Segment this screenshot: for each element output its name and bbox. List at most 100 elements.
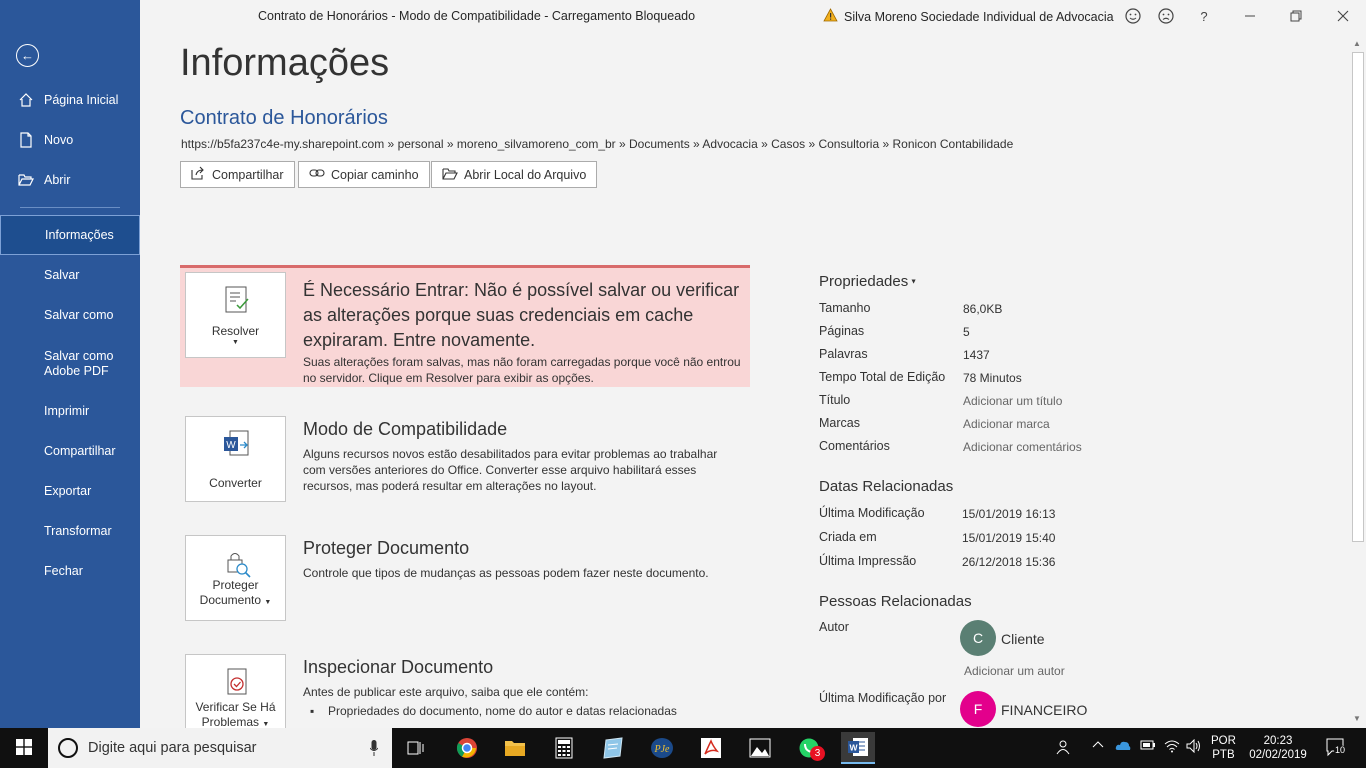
prop-label-title: Título [819, 393, 851, 407]
sidebar-item-label: Salvar como Adobe PDF [44, 349, 114, 378]
account-area[interactable]: Silva Moreno Sociedade Individual de Adv… [823, 8, 1114, 25]
sidebar-item-label: Imprimir [44, 404, 90, 418]
convert-label: Converter [209, 476, 262, 490]
date-value-modified: 15/01/2019 16:13 [962, 507, 1056, 521]
restore-icon[interactable] [1286, 6, 1306, 26]
sidebar-item-label: Novo [44, 133, 74, 147]
chevron-up-icon[interactable] [1092, 739, 1104, 754]
link-icon [309, 167, 325, 182]
people-icon[interactable] [1056, 739, 1072, 758]
add-tag-field[interactable]: Adicionar marca [963, 417, 1050, 431]
chevron-down-icon: ▼ [908, 278, 918, 286]
word-taskbar-icon[interactable]: W [841, 732, 875, 764]
prop-label-tags: Marcas [819, 416, 860, 430]
check-issues-button[interactable]: Verificar Se Há Problemas ▼ [185, 654, 286, 728]
backstage-sidebar: ← Página Inicial Novo Abrir Informações … [0, 0, 140, 728]
notification-count: 10 [1334, 745, 1347, 755]
add-author-field[interactable]: Adicionar um autor [964, 664, 1065, 678]
input-language[interactable]: POR PTB [1211, 734, 1236, 762]
sidebar-item-label: Transformar [44, 524, 112, 538]
sidebar-item-home[interactable]: Página Inicial [0, 80, 140, 120]
open-file-location-button[interactable]: Abrir Local do Arquivo [431, 161, 598, 188]
add-title-field[interactable]: Adicionar um título [963, 394, 1062, 408]
scroll-up-icon[interactable]: ▲ [1353, 39, 1361, 48]
sidebar-item-new[interactable]: Novo [0, 120, 140, 160]
prop-value-pages: 5 [963, 325, 970, 339]
inspect-text: Antes de publicar este arquivo, saiba qu… [303, 685, 589, 699]
sidebar-item-label: Informações [45, 228, 114, 242]
related-people-heading: Pessoas Relacionadas [819, 593, 972, 610]
close-icon[interactable] [1333, 6, 1353, 26]
date-value-created: 15/01/2019 15:40 [962, 531, 1056, 545]
search-placeholder: Digite aqui para pesquisar [88, 740, 257, 756]
properties-heading[interactable]: Propriedades ▼ [819, 273, 917, 290]
whatsapp-icon[interactable]: 3 [792, 732, 826, 764]
start-button[interactable] [0, 728, 48, 768]
help-icon[interactable]: ? [1194, 6, 1214, 26]
sidebar-item-print[interactable]: Imprimir [0, 391, 140, 431]
date-value-printed: 26/12/2018 15:36 [962, 555, 1056, 569]
scroll-down-icon[interactable]: ▼ [1353, 714, 1361, 723]
chrome-icon[interactable] [450, 732, 484, 764]
protect-document-button[interactable]: Proteger Documento ▼ [185, 535, 286, 621]
folder-icon [442, 167, 458, 183]
modified-by-name[interactable]: FINANCEIRO [1001, 702, 1087, 718]
sidebar-item-save-as[interactable]: Salvar como [0, 295, 140, 335]
author-avatar[interactable]: C [960, 620, 996, 656]
sidebar-item-share[interactable]: Compartilhar [0, 431, 140, 471]
share-button[interactable]: Compartilhar [180, 161, 295, 188]
sidebar-item-open[interactable]: Abrir [0, 160, 140, 200]
back-arrow-icon[interactable]: ← [16, 44, 39, 67]
smile-feedback-icon[interactable] [1123, 6, 1143, 26]
author-name[interactable]: Cliente [1001, 631, 1045, 647]
properties-heading-label: Propriedades [819, 273, 909, 290]
notes-app-icon[interactable] [596, 732, 630, 764]
resolve-button[interactable]: Resolver ▼ [185, 272, 286, 358]
windows-logo-icon [16, 738, 32, 758]
modified-by-avatar[interactable]: F [960, 691, 996, 727]
copy-path-button[interactable]: Copiar caminho [298, 161, 430, 188]
pje-app-icon[interactable]: PJe [645, 732, 679, 764]
microphone-icon[interactable] [369, 740, 379, 756]
sidebar-item-save-as-pdf[interactable]: Salvar como Adobe PDF [0, 340, 140, 388]
task-view-icon[interactable] [399, 732, 433, 764]
wifi-icon[interactable] [1164, 739, 1180, 756]
frown-feedback-icon[interactable] [1156, 6, 1176, 26]
inspect-bullet-text: Propriedades do documento, nome do autor… [328, 704, 677, 718]
check-issues-label-line2-wrap: Problemas ▼ [202, 715, 270, 728]
warning-heading: É Necessário Entrar: Não é possível salv… [303, 280, 740, 350]
notification-center-icon[interactable]: 10 [1326, 738, 1348, 761]
adobe-acrobat-icon[interactable] [694, 732, 728, 764]
chevron-down-icon: ▼ [262, 721, 270, 728]
clock[interactable]: 20:23 02/02/2019 [1246, 734, 1310, 762]
onedrive-sync-icon[interactable] [1115, 739, 1131, 756]
open-location-label: Abrir Local do Arquivo [464, 167, 587, 182]
photos-app-icon[interactable] [743, 732, 777, 764]
cortana-icon [58, 738, 78, 758]
calculator-icon[interactable] [547, 732, 581, 764]
prop-label-edit-time: Tempo Total de Edição [819, 370, 946, 384]
sidebar-item-save[interactable]: Salvar [0, 255, 140, 295]
document-title: Contrato de Honorários [180, 107, 388, 129]
battery-icon[interactable] [1140, 739, 1156, 754]
sidebar-item-close[interactable]: Fechar [0, 551, 140, 591]
vertical-scrollbar[interactable]: ▲ ▼ [1350, 36, 1366, 728]
checklist-icon [222, 285, 252, 315]
sidebar-item-export[interactable]: Exportar [0, 471, 140, 511]
convert-button[interactable]: W Converter [185, 416, 286, 502]
word-convert-icon: W [222, 429, 252, 459]
volume-icon[interactable] [1186, 738, 1202, 756]
minimize-icon[interactable] [1240, 6, 1260, 26]
share-icon [191, 166, 206, 183]
file-explorer-icon[interactable] [498, 732, 532, 764]
sidebar-item-label: Salvar como [44, 308, 114, 322]
sidebar-item-transform[interactable]: Transformar [0, 511, 140, 551]
check-issues-label-line1: Verificar Se Há [195, 700, 276, 714]
scrollbar-thumb[interactable] [1352, 52, 1364, 542]
page-title: Informações [180, 42, 390, 84]
add-comments-field[interactable]: Adicionar comentários [963, 440, 1082, 454]
sidebar-item-info[interactable]: Informações [0, 215, 140, 255]
resolve-label: Resolver [211, 324, 260, 338]
taskbar-search[interactable]: Digite aqui para pesquisar [48, 728, 392, 768]
sidebar-item-label: Abrir [44, 173, 71, 187]
